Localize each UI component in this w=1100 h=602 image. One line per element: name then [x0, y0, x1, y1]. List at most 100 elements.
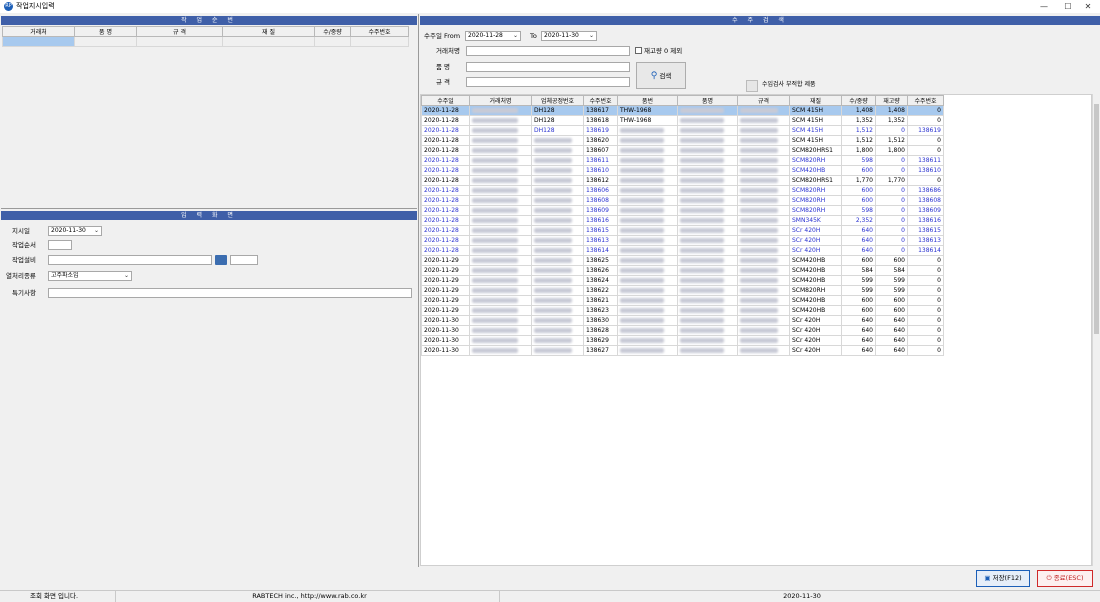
- chevron-down-icon[interactable]: ⌄: [513, 32, 518, 40]
- order-cell[interactable]: [469, 315, 532, 326]
- order-row[interactable]: 2020-11-29 138626 SCM420HB 584 584 0: [421, 265, 944, 276]
- col-process-no[interactable]: 업체공정번호: [531, 95, 584, 106]
- order-cell[interactable]: 138619: [907, 125, 944, 136]
- order-cell[interactable]: SCM420HB: [789, 275, 842, 286]
- order-cell[interactable]: DH128: [531, 115, 584, 126]
- order-cell[interactable]: [531, 325, 584, 336]
- order-cell[interactable]: [469, 115, 532, 126]
- order-cell[interactable]: 2020-11-28: [421, 235, 470, 246]
- from-date-picker[interactable]: 2020-11-28 ⌄: [465, 31, 521, 41]
- order-cell[interactable]: [531, 255, 584, 266]
- order-row[interactable]: 2020-11-28 138610 SCM420HB 600 0 138610: [421, 165, 944, 176]
- order-cell[interactable]: 640: [875, 315, 908, 326]
- order-cell[interactable]: 1,408: [875, 105, 908, 116]
- order-cell[interactable]: [737, 145, 790, 156]
- order-cell[interactable]: SCM 415H: [789, 135, 842, 146]
- cell[interactable]: [136, 36, 223, 47]
- order-cell[interactable]: [617, 295, 678, 306]
- order-row[interactable]: 2020-11-28 DH128 138619 SCM 415H 1,512 0 13861…: [421, 125, 944, 136]
- order-cell[interactable]: 640: [841, 335, 876, 346]
- order-cell[interactable]: 0: [875, 225, 908, 236]
- order-cell[interactable]: 1,512: [875, 135, 908, 146]
- order-cell[interactable]: [469, 145, 532, 156]
- order-cell[interactable]: 138629: [583, 335, 618, 346]
- order-cell[interactable]: [617, 195, 678, 206]
- order-cell[interactable]: SCM420HB: [789, 265, 842, 276]
- order-row[interactable]: 2020-11-30 138628 SCr 420H 640 640 0: [421, 325, 944, 336]
- chevron-down-icon[interactable]: ⌄: [124, 272, 129, 280]
- order-cell[interactable]: 138620: [583, 135, 618, 146]
- col-qty[interactable]: 수/중량: [841, 95, 876, 106]
- order-row[interactable]: 2020-11-28 138613 SCr 420H 640 0 138613: [421, 235, 944, 246]
- order-cell[interactable]: 2020-11-28: [421, 225, 470, 236]
- order-cell[interactable]: 2020-11-29: [421, 305, 470, 316]
- order-cell[interactable]: [737, 195, 790, 206]
- order-cell[interactable]: [469, 265, 532, 276]
- order-cell[interactable]: 1,408: [841, 105, 876, 116]
- order-cell[interactable]: [737, 215, 790, 226]
- order-row[interactable]: 2020-11-28 138607 SCM820HRS1 1,800 1,800 0: [421, 145, 944, 156]
- order-date-picker[interactable]: 2020-11-30 ⌄: [48, 226, 102, 236]
- order-cell[interactable]: [677, 165, 738, 176]
- order-cell[interactable]: 138611: [907, 155, 944, 166]
- order-row[interactable]: 2020-11-29 138624 SCM420HB 599 599 0: [421, 275, 944, 286]
- work-sequence-row[interactable]: [2, 36, 409, 47]
- order-row[interactable]: 2020-11-28 DH128 138617 THW-1968 SCM 415H 1,4…: [421, 105, 944, 116]
- order-cell[interactable]: 598: [841, 155, 876, 166]
- order-cell[interactable]: [677, 315, 738, 326]
- order-cell[interactable]: [617, 125, 678, 136]
- order-cell[interactable]: [737, 155, 790, 166]
- col-order-no[interactable]: 수주번호: [583, 95, 618, 106]
- order-cell[interactable]: 600: [841, 295, 876, 306]
- col-stock[interactable]: 재고량: [875, 95, 908, 106]
- order-cell[interactable]: 138624: [583, 275, 618, 286]
- order-cell[interactable]: [677, 285, 738, 296]
- order-cell[interactable]: 2020-11-30: [421, 325, 470, 336]
- order-cell[interactable]: [677, 255, 738, 266]
- order-cell[interactable]: [469, 195, 532, 206]
- order-cell[interactable]: 2020-11-30: [421, 345, 470, 356]
- order-cell[interactable]: SCr 420H: [789, 245, 842, 256]
- order-cell[interactable]: 138607: [583, 145, 618, 156]
- save-button[interactable]: ▣ 저장(F12): [976, 570, 1030, 587]
- order-cell[interactable]: 600: [841, 195, 876, 206]
- order-cell[interactable]: 0: [907, 325, 944, 336]
- chevron-down-icon[interactable]: ⌄: [94, 227, 99, 235]
- panel-splitter[interactable]: [418, 14, 419, 567]
- order-row[interactable]: 2020-11-28 138609 SCM820RH 598 0 138609: [421, 205, 944, 216]
- order-cell[interactable]: [677, 305, 738, 316]
- order-cell[interactable]: [531, 175, 584, 186]
- order-cell[interactable]: [737, 245, 790, 256]
- col-spec[interactable]: 규격: [737, 95, 790, 106]
- order-cell[interactable]: 2020-11-30: [421, 315, 470, 326]
- order-cell[interactable]: [531, 165, 584, 176]
- order-cell[interactable]: SCM820RH: [789, 185, 842, 196]
- order-cell[interactable]: [469, 235, 532, 246]
- order-row[interactable]: 2020-11-28 138611 SCM820RH 598 0 138611: [421, 155, 944, 166]
- order-cell[interactable]: [531, 295, 584, 306]
- col-material[interactable]: 재 질: [222, 26, 315, 37]
- order-cell[interactable]: 2020-11-30: [421, 335, 470, 346]
- order-cell[interactable]: 2020-11-29: [421, 275, 470, 286]
- order-cell[interactable]: 0: [907, 295, 944, 306]
- order-cell[interactable]: 0: [907, 285, 944, 296]
- order-cell[interactable]: [531, 225, 584, 236]
- order-cell[interactable]: 584: [841, 265, 876, 276]
- col-order-date[interactable]: 수주일: [421, 95, 470, 106]
- order-cell[interactable]: 2020-11-28: [421, 125, 470, 136]
- order-cell[interactable]: 0: [875, 155, 908, 166]
- scrollbar-thumb[interactable]: [1094, 104, 1099, 334]
- equipment-code-input[interactable]: [230, 255, 258, 265]
- order-cell[interactable]: SCM 415H: [789, 105, 842, 116]
- order-cell[interactable]: [469, 155, 532, 166]
- order-row[interactable]: 2020-11-29 138621 SCM420HB 600 600 0: [421, 295, 944, 306]
- order-cell[interactable]: 2020-11-28: [421, 205, 470, 216]
- order-row[interactable]: 2020-11-28 138614 SCr 420H 640 0 138614: [421, 245, 944, 256]
- order-cell[interactable]: [617, 315, 678, 326]
- order-cell[interactable]: 0: [907, 315, 944, 326]
- order-cell[interactable]: 138621: [583, 295, 618, 306]
- order-cell[interactable]: [677, 275, 738, 286]
- order-cell[interactable]: 138616: [583, 215, 618, 226]
- order-cell[interactable]: 0: [907, 275, 944, 286]
- order-cell[interactable]: [531, 145, 584, 156]
